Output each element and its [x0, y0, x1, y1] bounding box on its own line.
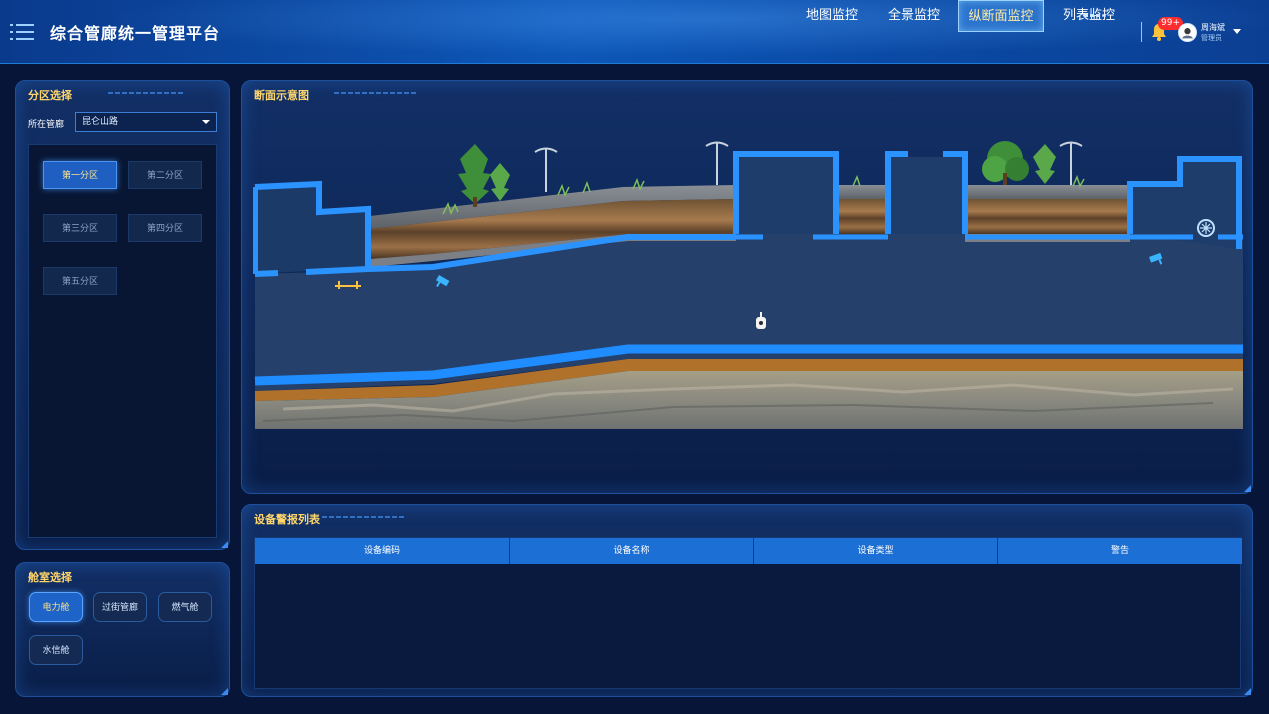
corridor-label: 所在管廊 [28, 120, 65, 130]
nav-panorama-monitor[interactable]: 全景监控 [882, 0, 946, 32]
top-header: 综合管廊统一管理平台 地图监控 全景监控 纵断面监控 列表监控 99+ 周海斌 … [0, 0, 1269, 64]
nav-section-monitor[interactable]: 纵断面监控 [958, 0, 1044, 32]
chevron-down-icon [202, 120, 210, 124]
zone-button-1[interactable]: 第一分区 [43, 161, 117, 189]
app-title: 综合管廊统一管理平台 [50, 24, 221, 43]
cabin-button-water[interactable]: 水信舱 [29, 635, 83, 665]
panel-corner [1244, 688, 1251, 695]
zone-button-5[interactable]: 第五分区 [43, 267, 117, 295]
user-role: 管理员 [1201, 34, 1222, 42]
zone-panel-title: 分区选择 [28, 89, 72, 102]
panel-corner [1244, 485, 1251, 492]
alarm-table: 设备编码 设备名称 设备类型 警告 [254, 537, 1242, 689]
soil-layer-mid [838, 199, 888, 234]
road-surface-right [965, 185, 1130, 199]
column-device-code[interactable]: 设备编码 [255, 538, 510, 564]
page-dots [1084, 14, 1106, 18]
section-diagram-panel: 断面示意图 [241, 80, 1253, 494]
diagram-panel-title: 断面示意图 [254, 89, 309, 102]
road-surface-mid [838, 185, 888, 199]
fan-icon [1197, 219, 1215, 237]
street-light-3 [1059, 141, 1083, 185]
cabin-button-gas[interactable]: 燃气舱 [158, 592, 212, 622]
corridor-section-diagram [253, 141, 1243, 429]
chevron-down-icon[interactable] [1233, 29, 1241, 34]
corridor-select[interactable]: 昆仑山路 [75, 112, 217, 132]
user-name: 周海斌 [1201, 23, 1225, 32]
cabin-button-crossing[interactable]: 过街管廊 [93, 592, 147, 622]
tree-left [458, 144, 510, 207]
panel-corner [221, 541, 228, 548]
zone-button-2[interactable]: 第二分区 [128, 161, 202, 189]
cabin-button-power[interactable]: 电力舱 [29, 592, 83, 622]
nav-map-monitor[interactable]: 地图监控 [800, 0, 864, 32]
zone-select-panel: 分区选择 所在管廊 昆仑山路 第一分区 第二分区 第三分区 第四分区 第五分区 [15, 80, 230, 550]
user-avatar-icon[interactable] [1178, 23, 1197, 42]
cabin-panel-title: 舱室选择 [28, 571, 72, 584]
header-divider [1141, 22, 1142, 42]
ventilation-shaft-1 [733, 151, 839, 234]
street-light-1 [534, 147, 558, 192]
panel-corner [221, 688, 228, 695]
zone-button-4[interactable]: 第四分区 [128, 214, 202, 242]
street-light-2 [705, 141, 729, 185]
alarm-panel-title: 设备警报列表 [254, 513, 320, 526]
soil-layer-right [965, 199, 1130, 234]
table-header: 设备编码 设备名称 设备类型 警告 [255, 538, 1242, 564]
menu-icon[interactable] [10, 22, 34, 42]
zone-button-3[interactable]: 第三分区 [43, 214, 117, 242]
zone-list: 第一分区 第二分区 第三分区 第四分区 第五分区 [28, 144, 217, 538]
tree-right [982, 141, 1056, 185]
column-device-name[interactable]: 设备名称 [510, 538, 754, 564]
column-warning[interactable]: 警告 [998, 538, 1242, 564]
corridor-select-value: 昆仑山路 [82, 117, 119, 127]
alarm-list-panel: 设备警报列表 设备编码 设备名称 设备类型 警告 [241, 504, 1253, 697]
column-device-type[interactable]: 设备类型 [754, 538, 998, 564]
cabin-select-panel: 舱室选择 电力舱 过街管廊 燃气舱 水信舱 [15, 562, 230, 697]
